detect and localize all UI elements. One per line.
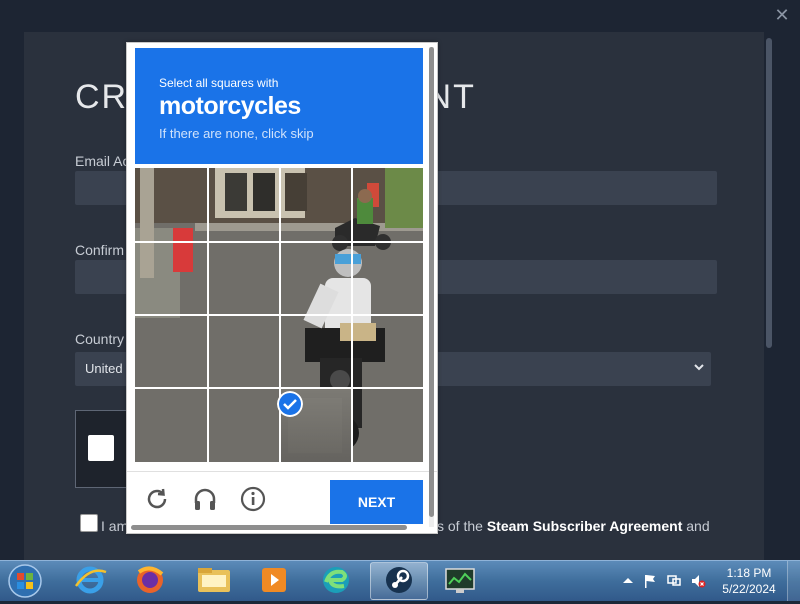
- captcha-hint: If there are none, click skip: [159, 126, 314, 141]
- taskbar-steam[interactable]: [370, 562, 428, 600]
- taskbar-edge[interactable]: [308, 562, 364, 598]
- taskbar-media[interactable]: [246, 562, 302, 598]
- captcha-vscrollbar-thumb[interactable]: [429, 47, 434, 517]
- country-label: Country: [75, 331, 125, 347]
- internet-explorer-icon: [74, 566, 107, 594]
- email-label: Email Ac: [75, 153, 130, 169]
- taskbar: 1:18 PM 5/22/2024: [0, 560, 800, 601]
- clock-date: 5/22/2024: [722, 582, 776, 596]
- monitor-icon: [445, 568, 475, 593]
- captcha-tile[interactable]: [351, 315, 423, 389]
- captcha-tile[interactable]: [207, 315, 279, 389]
- captcha-target: motorcycles: [159, 92, 301, 120]
- captcha-vscrollbar[interactable]: [429, 47, 434, 527]
- agreement-text-right: s of the Steam Subscriber Agreement and: [437, 518, 710, 534]
- page-scrollbar[interactable]: [764, 34, 774, 534]
- captcha-tile[interactable]: [351, 389, 423, 463]
- media-player-icon: [262, 568, 286, 592]
- captcha-tile[interactable]: [135, 168, 207, 242]
- captcha-grid: [135, 168, 423, 462]
- captcha-challenge: Select all squares with motorcycles If t…: [126, 42, 438, 534]
- agreement-checkbox[interactable]: [80, 514, 98, 532]
- ssa-link[interactable]: Steam Subscriber Agreement: [487, 518, 683, 534]
- captcha-tile[interactable]: [279, 168, 351, 242]
- captcha-header: Select all squares with motorcycles If t…: [135, 48, 423, 164]
- captcha-tile[interactable]: [351, 168, 423, 242]
- network-icon[interactable]: [666, 573, 682, 589]
- flag-icon[interactable]: [642, 573, 658, 589]
- captcha-tile[interactable]: [135, 242, 207, 316]
- chevron-down-icon: [694, 364, 704, 371]
- volume-muted-icon[interactable]: [690, 573, 706, 589]
- country-value: United: [85, 361, 123, 376]
- captcha-tile[interactable]: [135, 389, 207, 463]
- captcha-footer: NEXT: [127, 471, 437, 528]
- close-icon[interactable]: ✕: [772, 5, 792, 25]
- captcha-tile[interactable]: [351, 242, 423, 316]
- taskbar-network[interactable]: [432, 562, 488, 598]
- captcha-tile[interactable]: [279, 315, 351, 389]
- captcha-tile[interactable]: [207, 389, 279, 463]
- next-button[interactable]: NEXT: [330, 480, 423, 524]
- captcha-instruction: Select all squares with: [159, 76, 279, 90]
- confirm-email-label: Confirm: [75, 242, 125, 258]
- tray-chevron-up-icon[interactable]: [620, 573, 636, 589]
- agreement-text-left: I am: [101, 518, 129, 534]
- folder-icon: [198, 568, 230, 592]
- agreement-text-post: and: [682, 518, 710, 534]
- page-scrollbar-thumb[interactable]: [766, 38, 772, 348]
- check-icon: [277, 391, 303, 417]
- system-clock[interactable]: 1:18 PM 5/22/2024: [714, 565, 784, 597]
- agreement-text-pre: s of the: [437, 518, 487, 534]
- captcha-tile[interactable]: [135, 315, 207, 389]
- taskbar-firefox[interactable]: [122, 562, 178, 598]
- captcha-hscrollbar[interactable]: [131, 525, 407, 530]
- clock-time: 1:18 PM: [726, 566, 772, 580]
- firefox-icon: [137, 566, 164, 593]
- taskbar-ie[interactable]: [62, 562, 118, 598]
- steam-icon: [386, 567, 412, 593]
- show-desktop-button[interactable]: [787, 561, 800, 601]
- start-button[interactable]: [5, 563, 45, 599]
- edge-icon: [323, 567, 349, 593]
- recaptcha-checkbox[interactable]: [88, 435, 114, 461]
- captcha-tile[interactable]: [279, 242, 351, 316]
- taskbar-explorer[interactable]: [186, 562, 242, 598]
- captcha-tile[interactable]: [207, 168, 279, 242]
- captcha-tile[interactable]: [207, 242, 279, 316]
